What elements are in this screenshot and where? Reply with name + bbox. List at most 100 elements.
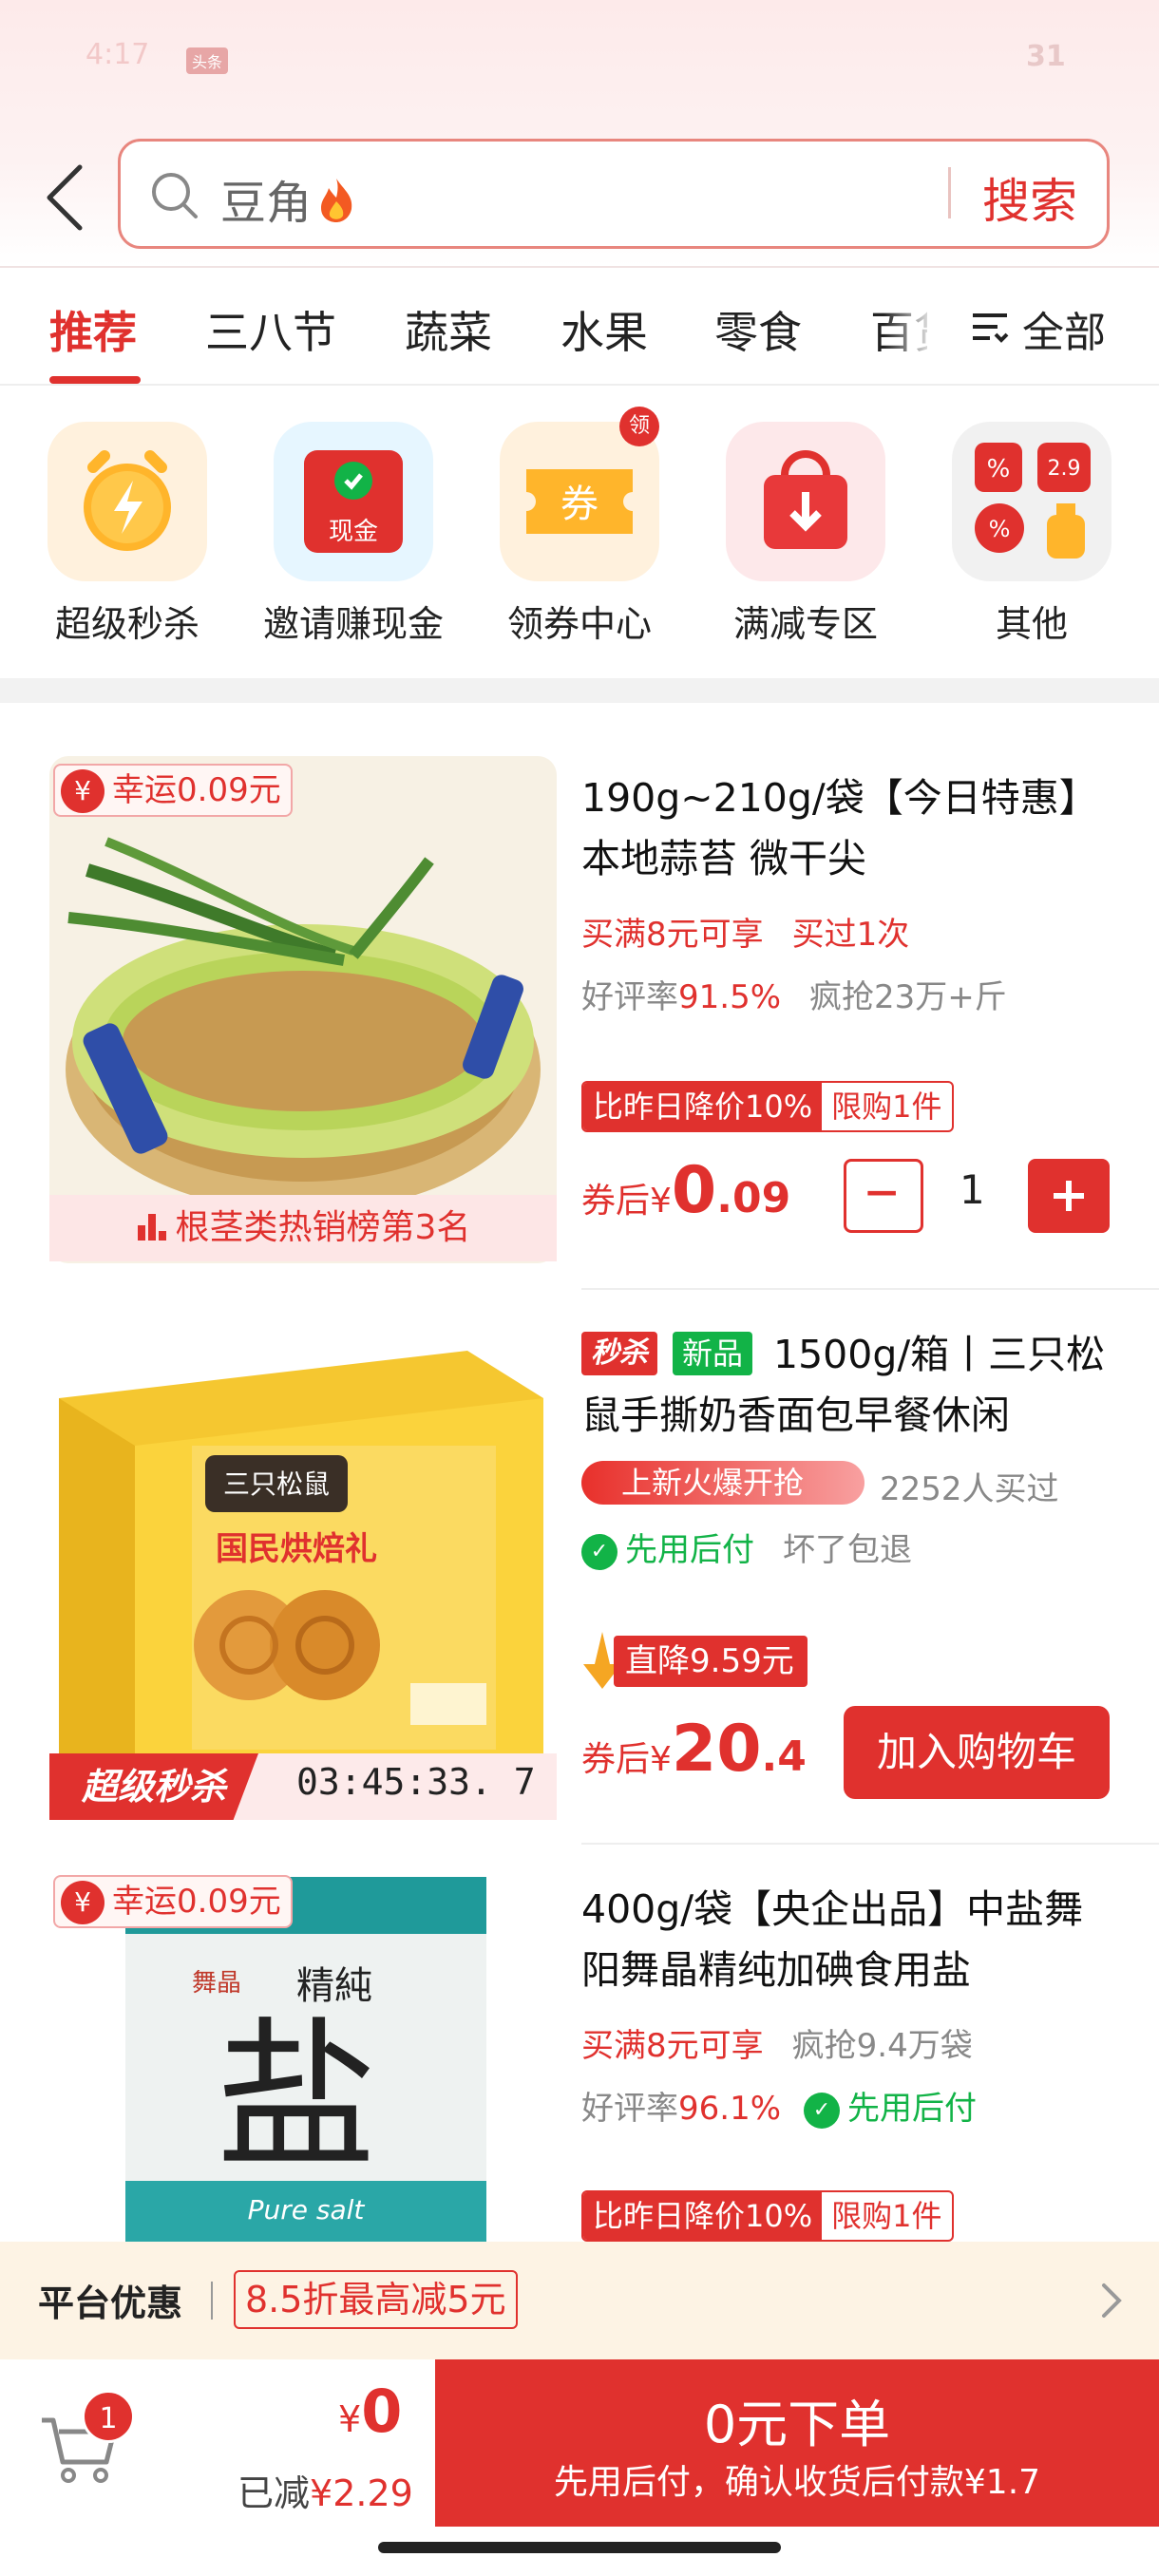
total-value: 0 xyxy=(361,2377,403,2446)
promo-threshold: 买满8元可享 xyxy=(581,2027,764,2065)
reduced-value: ¥2.29 xyxy=(310,2472,413,2514)
bought-count-text: 2252人买过 xyxy=(880,1470,1059,1508)
garlic-stems-picture xyxy=(66,837,541,1212)
chevron-left-icon xyxy=(47,164,83,231)
platform-divider xyxy=(211,2282,213,2320)
price-label: 券后¥ xyxy=(581,1182,672,1221)
salt-top-text: 精純 xyxy=(296,1964,372,2008)
chevron-right-icon[interactable] xyxy=(1092,2280,1130,2321)
guarantee-text: 坏了包退 xyxy=(783,1531,912,1569)
price-drop-text: 比昨日降价10% xyxy=(583,2192,823,2240)
platform-discount-label: 平台优惠 xyxy=(38,2282,183,2324)
product-divider xyxy=(581,1843,1159,1845)
price-drop-pill: 直降9.59元 xyxy=(614,1636,808,1687)
reduced-amount: 已减¥2.29 xyxy=(238,2464,413,2516)
purchase-history: 买过1次 xyxy=(791,916,910,954)
tabs-top-border xyxy=(0,266,1159,268)
rating-value: 96.1% xyxy=(678,2090,782,2128)
search-button[interactable]: 搜索 xyxy=(982,163,1077,232)
rank-text: 根茎类热销榜第3名 xyxy=(175,1208,471,1247)
menu-list-icon xyxy=(973,313,1009,343)
rank-banner[interactable]: 根茎类热销榜第3名 xyxy=(49,1195,557,1261)
tab-recommend[interactable]: 推荐 xyxy=(49,298,137,361)
fire-icon xyxy=(321,179,352,222)
quantity-value[interactable]: 1 xyxy=(960,1166,985,1213)
active-tab-indicator xyxy=(49,376,141,384)
price-drop-pill: 比昨日降价10% 限购1件 xyxy=(581,1081,954,1132)
search-divider xyxy=(948,167,951,218)
product-title[interactable]: 1500g/箱丨三只松鼠手撕奶香面包早餐休闲 xyxy=(581,1324,1113,1446)
quantity-increase-button[interactable] xyxy=(1028,1159,1110,1233)
cash-icon: 现金 xyxy=(304,450,403,553)
tab-womens-day[interactable]: 三八节 xyxy=(205,298,336,361)
price-drop-text: 比昨日降价10% xyxy=(583,1083,823,1130)
bread-brand-text: 三只松鼠 xyxy=(223,1468,330,1500)
promo-threshold: 买满8元可享 xyxy=(581,916,764,954)
lucky-price-text: 幸运0.09元 xyxy=(112,1883,281,1921)
back-button[interactable] xyxy=(38,160,95,236)
entry-coupon-label: 领券中心 xyxy=(506,603,652,645)
tabs-bottom-border xyxy=(0,384,1159,386)
battery-level: 31 xyxy=(1026,40,1066,73)
entry-seckill-label: 超级秒杀 xyxy=(54,603,200,645)
product-image-bread-box[interactable]: 三只松鼠 国民烘焙礼 xyxy=(49,1313,557,1820)
discount-tag-text: 2.9 xyxy=(1048,457,1081,481)
entry-seckill[interactable] xyxy=(48,422,207,581)
bar-chart-icon xyxy=(137,1214,166,1241)
plus-icon xyxy=(1054,1181,1084,1211)
purchase-limit-text: 限购1件 xyxy=(831,2198,942,2234)
cash-icon-text: 现金 xyxy=(329,518,378,546)
entry-other-label: 其他 xyxy=(995,603,1068,645)
status-time: 4:17 xyxy=(86,38,150,71)
rating-line: 好评率96.1% ✓ 先用后付 xyxy=(581,2082,977,2129)
entry-other[interactable]: % 2.9% xyxy=(952,422,1112,581)
discount-tags-icon: % 2.9% xyxy=(975,443,1091,559)
bread-box-picture: 三只松鼠 国民烘焙礼 xyxy=(59,1351,543,1807)
cart-count-badge: 1 xyxy=(82,2390,135,2443)
service-line: ✓ 先用后付 坏了包退 xyxy=(581,1524,912,1570)
product-price: 券后¥20.4 xyxy=(581,1712,807,1787)
coupon-claim-badge: 领 xyxy=(619,407,659,446)
product-divider xyxy=(581,1288,1159,1290)
sold-count: 疯抢9.4万袋 xyxy=(791,2027,973,2065)
tab-fruit[interactable]: 水果 xyxy=(560,298,648,361)
purchase-limit-text: 限购1件 xyxy=(831,1089,942,1125)
rating-label: 好评率 xyxy=(581,978,678,1016)
minus-icon xyxy=(867,1190,896,1196)
entry-full-reduction[interactable] xyxy=(726,422,885,581)
pay-later-icon: ✓ xyxy=(581,1533,618,1570)
bread-gift-text: 国民烘焙礼 xyxy=(216,1530,377,1568)
sold-count: 疯抢23万+斤 xyxy=(809,978,1007,1016)
flash-sale-timer: 03:45:33. 7 xyxy=(296,1761,536,1803)
lucky-price-badge: ¥ 幸运0.09元 xyxy=(53,764,293,817)
promo-line: 买满8元可享 疯抢9.4万袋 xyxy=(581,2019,973,2066)
tab-vegetables[interactable]: 蔬菜 xyxy=(405,298,492,361)
platform-offer-badge: 8.5折最高减5元 xyxy=(234,2270,518,2329)
alarm-clock-icon xyxy=(84,450,171,551)
product-title[interactable]: 400g/袋【央企出品】中盐舞阳舞晶精纯加碘食用盐 xyxy=(581,1879,1113,2000)
svg-text:%: % xyxy=(989,516,1011,542)
price-drop-pill: 比昨日降价10% 限购1件 xyxy=(581,2190,954,2242)
place-order-label: 0元下单 xyxy=(703,2395,891,2454)
tabs-fade xyxy=(884,275,960,380)
add-to-cart-button[interactable]: 加入购物车 xyxy=(844,1706,1110,1799)
search-query-text: 豆角 xyxy=(220,177,313,230)
product-image-garlic-stems[interactable] xyxy=(49,756,557,1263)
quantity-decrease-button[interactable] xyxy=(844,1159,923,1233)
entry-invite-cash[interactable]: 现金 xyxy=(274,422,433,581)
lucky-price-badge: ¥ 幸运0.09元 xyxy=(53,1875,293,1928)
hot-sale-pill: 上新火爆开抢 xyxy=(581,1461,864,1505)
price-decimal: .4 xyxy=(761,1733,807,1781)
rating-label: 好评率 xyxy=(581,2090,678,2128)
salt-brand-text: 舞晶 xyxy=(192,1969,241,1998)
product-title[interactable]: 190g~210g/袋【今日特惠】本地蒜苔 微干尖 xyxy=(581,767,1113,889)
salt-big-text: 盐 xyxy=(216,2003,377,2191)
section-separator xyxy=(0,678,1159,703)
promo-line: 买满8元可享 买过1次 xyxy=(581,908,909,955)
tab-all[interactable]: 全部 xyxy=(1022,298,1106,359)
coupon-icon-text: 券 xyxy=(560,483,598,526)
search-icon xyxy=(152,173,198,218)
tab-snacks[interactable]: 零食 xyxy=(714,298,802,361)
lucky-price-text: 幸运0.09元 xyxy=(112,771,281,809)
price-decimal: .09 xyxy=(716,1174,791,1222)
